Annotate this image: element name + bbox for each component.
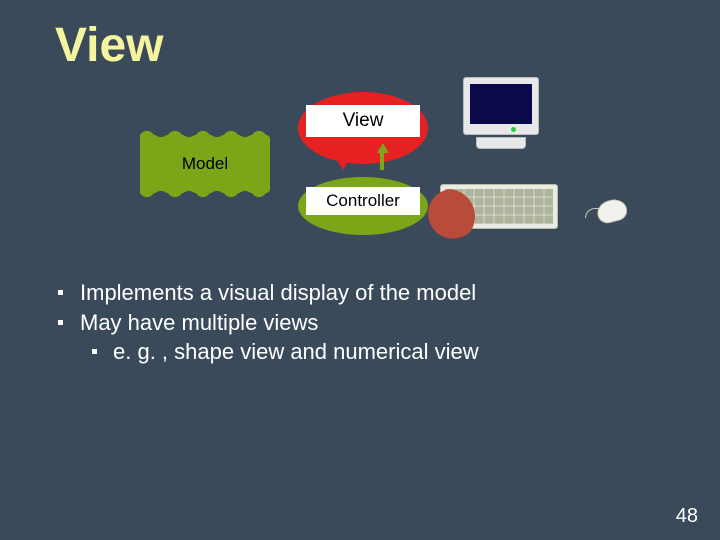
view-label: View	[306, 105, 420, 137]
controller-label: Controller	[306, 187, 420, 215]
slide: View Model View Controller	[0, 0, 720, 540]
view-node: View	[298, 92, 428, 164]
hand-icon	[420, 189, 475, 244]
monitor-icon	[458, 77, 544, 155]
list-item: Implements a visual display of the model	[58, 278, 680, 308]
model-label: Model	[182, 154, 228, 174]
arrow-controller-to-view-icon	[377, 143, 387, 171]
list-item: May have multiple views	[58, 308, 680, 338]
list-sub-item: e. g. , shape view and numerical view	[58, 337, 680, 367]
controller-node: Controller	[298, 177, 428, 235]
mvc-diagram: Model View Controller	[140, 95, 660, 255]
model-box: Model	[140, 135, 270, 193]
slide-title: View	[55, 18, 164, 73]
input-devices-icon	[440, 182, 645, 242]
page-number: 48	[676, 505, 698, 528]
arrow-view-to-controller-icon	[337, 143, 347, 171]
bullet-list: Implements a visual display of the model…	[58, 278, 680, 367]
mouse-icon	[587, 196, 632, 228]
